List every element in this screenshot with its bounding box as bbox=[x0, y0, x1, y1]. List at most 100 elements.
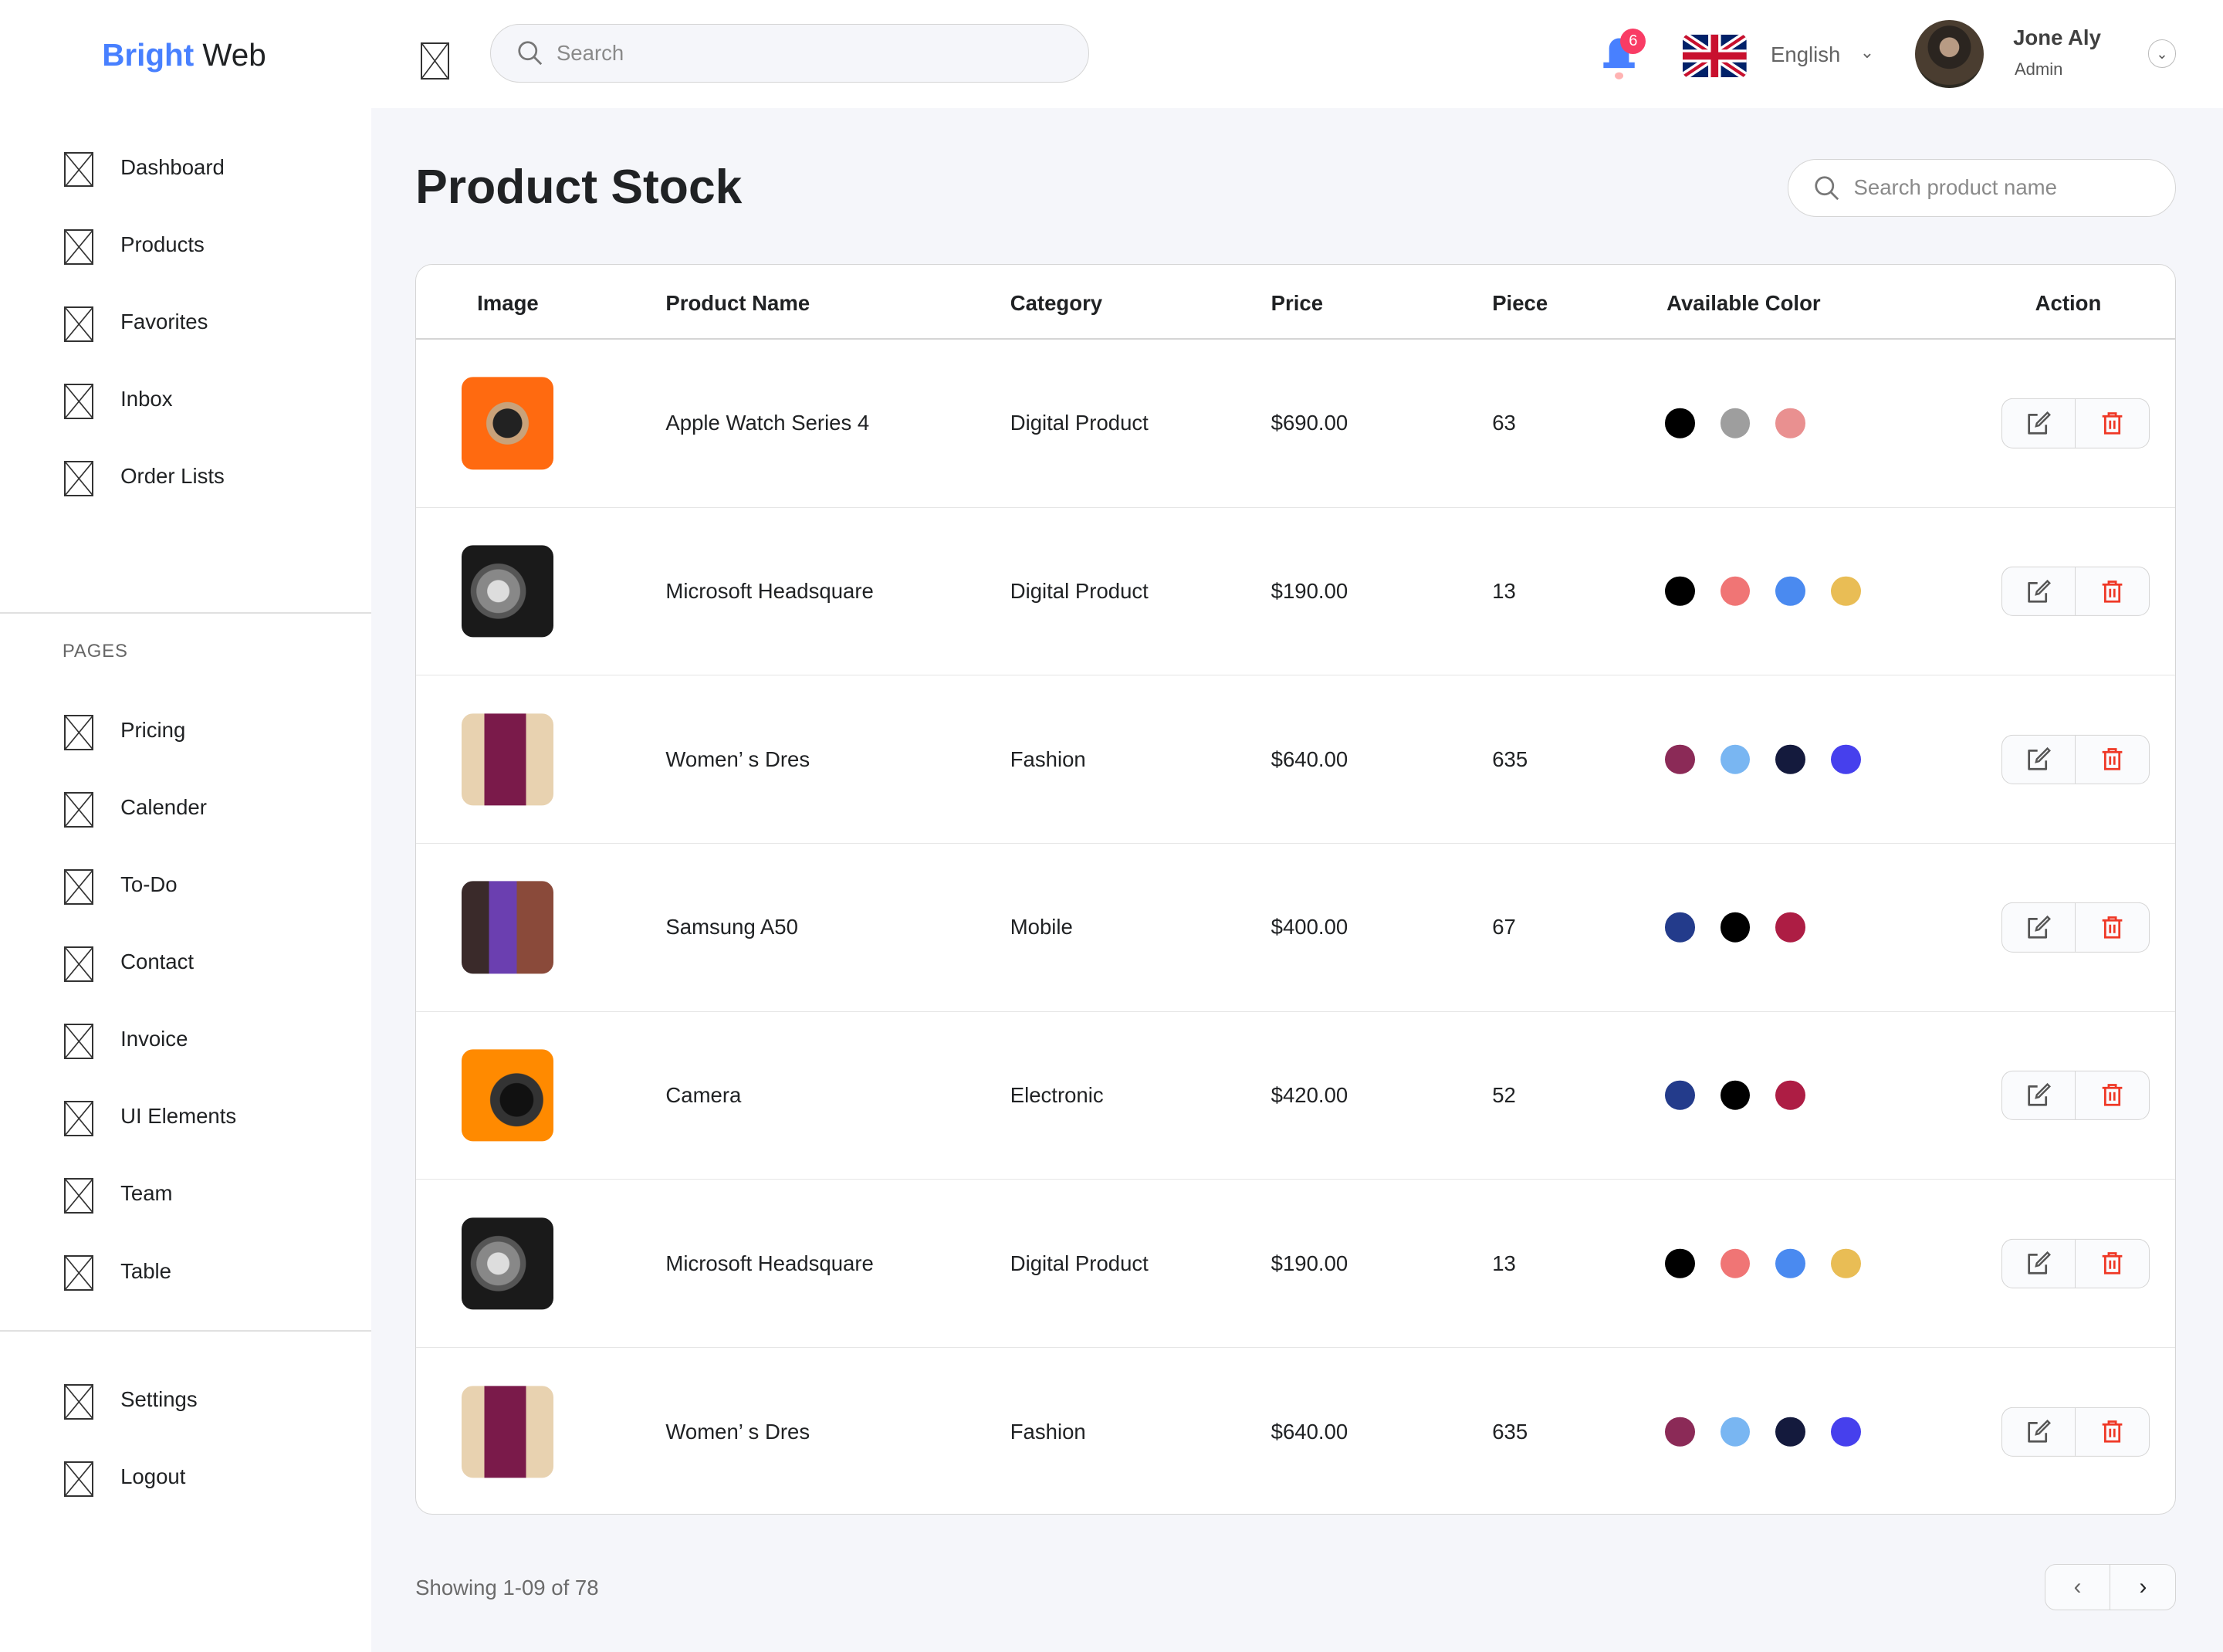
sidebar-item-invoice[interactable]: Invoice bbox=[0, 1011, 371, 1068]
row-actions bbox=[2001, 902, 2150, 953]
sidebar-item-label: Calender bbox=[120, 794, 207, 819]
sidebar-item-logout[interactable]: Logout bbox=[0, 1448, 371, 1505]
sidebar-item-table[interactable]: Table bbox=[0, 1243, 371, 1299]
sidebar-item-order-lists[interactable]: Order Lists bbox=[0, 448, 371, 504]
cell-piece: 13 bbox=[1492, 578, 1516, 603]
sidebar-item-label: Logout bbox=[120, 1464, 186, 1488]
trash-icon bbox=[2103, 580, 2123, 603]
profile-menu-chevron-icon[interactable]: ⌄ bbox=[2147, 39, 2177, 69]
color-swatch[interactable] bbox=[1775, 1248, 1806, 1278]
sidebar-item-calender[interactable]: Calender bbox=[0, 779, 371, 835]
prev-page-button[interactable]: ‹ bbox=[2045, 1564, 2111, 1610]
cell-category: Fashion bbox=[1010, 746, 1086, 771]
color-swatch[interactable] bbox=[1775, 576, 1806, 607]
placeholder-icon bbox=[63, 460, 94, 496]
sidebar-item-inbox[interactable]: Inbox bbox=[0, 371, 371, 427]
global-search[interactable] bbox=[490, 24, 1089, 83]
color-swatch[interactable] bbox=[1665, 1248, 1695, 1278]
edit-button[interactable] bbox=[2002, 1071, 2076, 1120]
color-swatch[interactable] bbox=[1720, 1417, 1751, 1447]
product-image bbox=[461, 713, 554, 806]
cell-piece: 13 bbox=[1492, 1251, 1516, 1275]
color-swatch[interactable] bbox=[1775, 1080, 1806, 1111]
sidebar-item-favorites[interactable]: Favorites bbox=[0, 293, 371, 350]
color-swatch[interactable] bbox=[1720, 912, 1751, 943]
language-selector[interactable]: English bbox=[1771, 42, 1840, 67]
sidebar-item-label: Settings bbox=[120, 1386, 198, 1411]
sidebar-item-ui-elements[interactable]: UI Elements bbox=[0, 1088, 371, 1145]
placeholder-icon bbox=[63, 1255, 94, 1291]
trash-icon bbox=[2103, 1420, 2123, 1443]
cell-name: Apple Watch Series 4 bbox=[665, 411, 870, 435]
delete-button[interactable] bbox=[2076, 1239, 2149, 1287]
color-swatch[interactable] bbox=[1720, 408, 1751, 438]
color-swatch[interactable] bbox=[1665, 576, 1695, 607]
column-header: Available Color bbox=[1666, 290, 1821, 315]
delete-button[interactable] bbox=[2076, 735, 2149, 783]
color-swatch[interactable] bbox=[1720, 1248, 1751, 1278]
color-swatch[interactable] bbox=[1775, 408, 1806, 438]
edit-button[interactable] bbox=[2002, 399, 2076, 448]
sidebar-item-contact[interactable]: Contact bbox=[0, 933, 371, 990]
row-actions bbox=[2001, 1238, 2150, 1288]
product-search[interactable] bbox=[1788, 158, 2177, 217]
cell-price: $690.00 bbox=[1271, 411, 1348, 435]
color-swatch[interactable] bbox=[1831, 576, 1861, 607]
pagination-info: Showing 1-09 of 78 bbox=[415, 1575, 599, 1600]
product-image bbox=[461, 377, 554, 469]
delete-button[interactable] bbox=[2076, 567, 2149, 615]
color-swatch[interactable] bbox=[1775, 912, 1806, 943]
placeholder-icon bbox=[63, 1178, 94, 1214]
color-swatch[interactable] bbox=[1775, 1417, 1806, 1447]
sidebar-item-dashboard[interactable]: Dashboard bbox=[0, 139, 371, 195]
color-swatch[interactable] bbox=[1720, 576, 1751, 607]
edit-button[interactable] bbox=[2002, 1239, 2076, 1288]
placeholder-icon bbox=[63, 791, 94, 828]
product-search-input[interactable] bbox=[1853, 175, 2128, 201]
placeholder-icon bbox=[63, 306, 94, 342]
sidebar-item-label: UI Elements bbox=[120, 1104, 237, 1129]
chevron-down-icon[interactable]: ⌄ bbox=[1860, 42, 1874, 63]
delete-button[interactable] bbox=[2076, 399, 2149, 447]
column-header: Piece bbox=[1492, 290, 1548, 315]
placeholder-icon bbox=[63, 229, 94, 265]
available-colors bbox=[1665, 744, 1861, 774]
color-swatch[interactable] bbox=[1831, 1248, 1861, 1278]
global-search-input[interactable] bbox=[556, 40, 831, 66]
sidebar-item-pricing[interactable]: Pricing bbox=[0, 702, 371, 758]
menu-toggle-icon[interactable] bbox=[421, 42, 450, 80]
color-swatch[interactable] bbox=[1720, 744, 1751, 774]
uk-flag-icon[interactable] bbox=[1683, 34, 1747, 79]
sidebar-item-settings[interactable]: Settings bbox=[0, 1371, 371, 1427]
page-title: Product Stock bbox=[415, 159, 743, 214]
logo[interactable]: Bright Web bbox=[102, 37, 266, 73]
cell-piece: 63 bbox=[1492, 411, 1516, 435]
table-row: Microsoft Headsquare Digital Product $190.… bbox=[416, 508, 2176, 676]
sidebar-item-team[interactable]: Team bbox=[0, 1166, 371, 1222]
color-swatch[interactable] bbox=[1665, 1080, 1695, 1111]
delete-button[interactable] bbox=[2076, 903, 2149, 951]
edit-button[interactable] bbox=[2002, 1407, 2076, 1456]
edit-button[interactable] bbox=[2002, 735, 2076, 784]
edit-icon bbox=[2027, 411, 2051, 435]
next-page-button[interactable]: › bbox=[2110, 1565, 2175, 1610]
color-swatch[interactable] bbox=[1720, 1080, 1751, 1111]
color-swatch[interactable] bbox=[1831, 1417, 1861, 1447]
edit-button[interactable] bbox=[2002, 903, 2076, 952]
color-swatch[interactable] bbox=[1831, 744, 1861, 774]
color-swatch[interactable] bbox=[1665, 1417, 1695, 1447]
color-swatch[interactable] bbox=[1665, 408, 1695, 438]
delete-button[interactable] bbox=[2076, 1408, 2149, 1456]
color-swatch[interactable] bbox=[1665, 744, 1695, 774]
available-colors bbox=[1665, 408, 1806, 438]
available-colors bbox=[1665, 1417, 1861, 1447]
edit-button[interactable] bbox=[2002, 567, 2076, 616]
available-colors bbox=[1665, 1080, 1806, 1111]
avatar[interactable] bbox=[1915, 19, 1984, 88]
delete-button[interactable] bbox=[2076, 1071, 2149, 1119]
color-swatch[interactable] bbox=[1665, 912, 1695, 943]
search-icon bbox=[1815, 176, 1839, 201]
sidebar-item-to-do[interactable]: To-Do bbox=[0, 856, 371, 912]
sidebar-item-products[interactable]: Products bbox=[0, 216, 371, 273]
color-swatch[interactable] bbox=[1775, 744, 1806, 774]
